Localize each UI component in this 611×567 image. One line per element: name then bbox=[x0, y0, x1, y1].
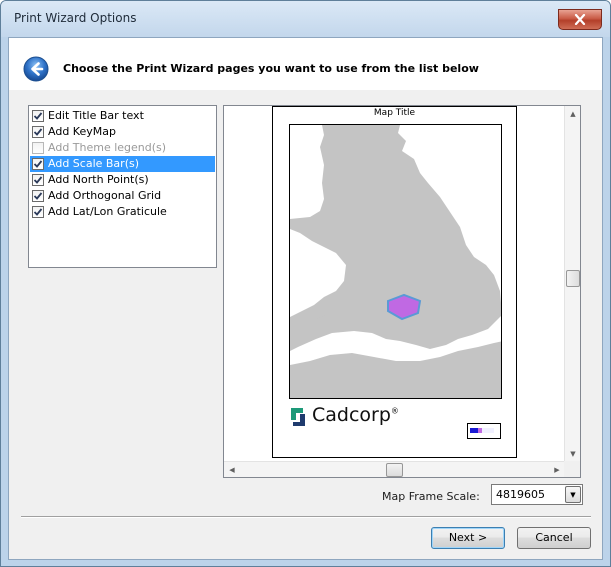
list-item[interactable]: Add KeyMap bbox=[30, 124, 215, 140]
dialog-client: Choose the Print Wizard pages you want t… bbox=[8, 37, 603, 560]
checkbox[interactable] bbox=[32, 206, 44, 218]
checkmark-icon bbox=[33, 176, 43, 184]
checkbox[interactable] bbox=[32, 174, 44, 186]
logo-text: Cadcorp® bbox=[312, 404, 399, 426]
horizontal-scroll-thumb[interactable] bbox=[386, 463, 403, 477]
window-title: Print Wizard Options bbox=[14, 11, 137, 25]
scroll-up-icon[interactable]: ▲ bbox=[565, 106, 581, 122]
map-frame bbox=[289, 124, 502, 399]
checkbox bbox=[32, 142, 44, 154]
print-preview: Map Title Cadcorp® ▲ ▼ ◀ ▶ bbox=[223, 105, 581, 478]
print-wizard-window: Print Wizard Options Choose the Print Wi… bbox=[0, 0, 611, 567]
scale-bar-graphic bbox=[470, 428, 494, 433]
list-item-label: Edit Title Bar text bbox=[48, 109, 144, 122]
close-icon bbox=[574, 14, 586, 25]
cancel-button[interactable]: Cancel bbox=[517, 527, 591, 549]
scroll-down-icon[interactable]: ▼ bbox=[565, 446, 581, 462]
cadcorp-logo-icon bbox=[291, 408, 305, 426]
checkbox[interactable] bbox=[32, 110, 44, 122]
list-item-label: Add Scale Bar(s) bbox=[48, 157, 140, 170]
list-item-label: Add Lat/Lon Graticule bbox=[48, 205, 167, 218]
pages-checklist[interactable]: Edit Title Bar text Add KeyMap Add Theme… bbox=[28, 105, 217, 268]
checkmark-icon bbox=[33, 128, 43, 136]
list-item[interactable]: Add Lat/Lon Graticule bbox=[30, 204, 215, 220]
map-frame-scale-value[interactable]: 4819605 bbox=[496, 488, 545, 501]
cadcorp-logo: Cadcorp® bbox=[289, 404, 409, 432]
next-button-label: Next > bbox=[448, 531, 488, 544]
registered-mark: ® bbox=[390, 406, 399, 416]
separator bbox=[21, 516, 591, 518]
scroll-left-icon[interactable]: ◀ bbox=[224, 462, 240, 478]
scroll-corner bbox=[564, 461, 580, 477]
body-area: Edit Title Bar text Add KeyMap Add Theme… bbox=[9, 90, 602, 559]
logo-wordmark: Cadcorp bbox=[312, 404, 391, 426]
map-frame-scale-label: Map Frame Scale: bbox=[382, 490, 480, 503]
horizontal-scrollbar[interactable]: ◀ ▶ bbox=[224, 461, 565, 477]
map-image bbox=[290, 125, 501, 398]
preview-page: Map Title Cadcorp® bbox=[272, 106, 517, 458]
checkbox[interactable] bbox=[32, 158, 44, 170]
vertical-scrollbar[interactable]: ▲ ▼ bbox=[564, 106, 580, 462]
scroll-right-icon[interactable]: ▶ bbox=[549, 462, 565, 478]
list-item-label: Add KeyMap bbox=[48, 125, 116, 138]
list-item[interactable]: Add Orthogonal Grid bbox=[30, 188, 215, 204]
list-item-label: Add Theme legend(s) bbox=[48, 141, 167, 154]
title-bar: Print Wizard Options bbox=[1, 1, 610, 37]
list-item: Add Theme legend(s) bbox=[30, 140, 215, 156]
scale-bar-preview bbox=[467, 423, 501, 439]
map-frame-scale-combo[interactable]: 4819605 ▼ bbox=[491, 484, 583, 505]
vertical-scroll-thumb[interactable] bbox=[566, 270, 580, 287]
checkmark-icon bbox=[33, 208, 43, 216]
checkbox[interactable] bbox=[32, 190, 44, 202]
list-item[interactable]: Edit Title Bar text bbox=[30, 108, 215, 124]
next-button[interactable]: Next > bbox=[431, 527, 505, 549]
back-button[interactable] bbox=[23, 56, 49, 82]
checkmark-icon bbox=[33, 112, 43, 120]
land-mass-south bbox=[290, 341, 501, 398]
list-item-label: Add Orthogonal Grid bbox=[48, 189, 162, 202]
cancel-button-label: Cancel bbox=[535, 531, 573, 544]
instruction-text: Choose the Print Wizard pages you want t… bbox=[63, 62, 479, 75]
map-title: Map Title bbox=[373, 108, 416, 118]
close-button[interactable] bbox=[558, 9, 602, 30]
list-item-label: Add North Point(s) bbox=[48, 173, 149, 186]
back-arrow-icon bbox=[23, 56, 49, 82]
header-bar: Choose the Print Wizard pages you want t… bbox=[9, 38, 602, 90]
chevron-down-icon[interactable]: ▼ bbox=[565, 486, 581, 503]
checkmark-icon bbox=[33, 160, 43, 168]
list-item[interactable]: Add Scale Bar(s) bbox=[30, 156, 215, 172]
list-item[interactable]: Add North Point(s) bbox=[30, 172, 215, 188]
checkmark-icon bbox=[33, 192, 43, 200]
preview-canvas: Map Title Cadcorp® bbox=[224, 106, 565, 462]
checkbox[interactable] bbox=[32, 126, 44, 138]
